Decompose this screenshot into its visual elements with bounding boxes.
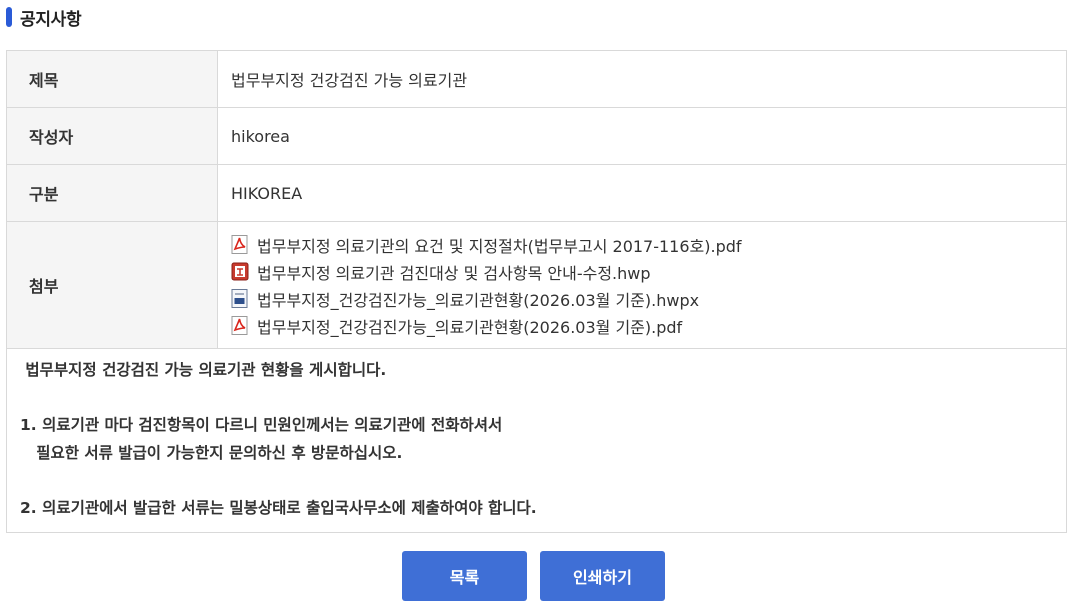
title-value: 법무부지정 건강검진 가능 의료기관 bbox=[231, 71, 468, 90]
hwpx-icon bbox=[231, 289, 248, 308]
attachment-name: 법무부지정 의료기관 검진대상 및 검사항목 안내-수정.hwp bbox=[257, 263, 651, 283]
author-value: hikorea bbox=[231, 126, 290, 146]
category-label: 구분 bbox=[7, 165, 218, 221]
content-line: 필요한 서류 발급이 가능한지 문의하신 후 방문하십시오. bbox=[20, 443, 403, 462]
list-button[interactable]: 목록 bbox=[402, 551, 527, 601]
row-attachments: 첨부 법무부지정 의료기관의 요건 및 지정절차(법무부고시 2017-116호… bbox=[7, 222, 1066, 349]
post-content: 법무부지정 건강검진 가능 의료기관 현황을 게시합니다. 1. 의료기관 마다… bbox=[7, 349, 1066, 532]
content-line bbox=[20, 385, 1053, 413]
attachment-link[interactable]: 법무부지정 의료기관의 요건 및 지정절차(법무부고시 2017-116호).p… bbox=[231, 231, 742, 258]
pdf-icon bbox=[231, 235, 248, 254]
attachment-link[interactable]: 법무부지정_건강검진가능_의료기관현황(2026.03월 기준).hwpx bbox=[231, 285, 699, 312]
attachment-name: 법무부지정_건강검진가능_의료기관현황(2026.03월 기준).hwpx bbox=[257, 290, 700, 310]
attachment-name: 법무부지정_건강검진가능_의료기관현황(2026.03월 기준).pdf bbox=[257, 317, 683, 337]
hwp-icon bbox=[231, 262, 249, 281]
category-value: HIKOREA bbox=[231, 183, 303, 203]
attachment-list: 법무부지정 의료기관의 요건 및 지정절차(법무부고시 2017-116호).p… bbox=[218, 222, 1066, 348]
attachment-link[interactable]: 법무부지정 의료기관 검진대상 및 검사항목 안내-수정.hwp bbox=[231, 258, 651, 285]
notice-board: 제목 법무부지정 건강검진 가능 의료기관 작성자 hikorea 구분 HIK… bbox=[6, 50, 1067, 533]
page-title: 공지사항 bbox=[20, 9, 82, 30]
title-label: 제목 bbox=[7, 51, 218, 107]
pdf-icon bbox=[231, 316, 248, 335]
row-category: 구분 HIKOREA bbox=[7, 165, 1066, 222]
row-title: 제목 법무부지정 건강검진 가능 의료기관 bbox=[7, 51, 1066, 108]
page-header: 공지사항 bbox=[6, 4, 82, 30]
attach-label: 첨부 bbox=[7, 222, 218, 348]
print-button[interactable]: 인쇄하기 bbox=[540, 551, 665, 601]
attachment-name: 법무부지정 의료기관의 요건 및 지정절차(법무부고시 2017-116호).p… bbox=[257, 236, 742, 256]
author-label: 작성자 bbox=[7, 108, 218, 164]
content-line bbox=[20, 467, 1053, 495]
content-line: 법무부지정 건강검진 가능 의료기관 현황을 게시합니다. bbox=[20, 361, 387, 379]
content-line: 1. 의료기관 마다 검진항목이 다르니 민원인께서는 의료기관에 전화하셔서 bbox=[20, 416, 503, 434]
row-author: 작성자 hikorea bbox=[7, 108, 1066, 165]
button-group: 목록 인쇄하기 bbox=[0, 551, 1074, 601]
attachment-link[interactable]: 법무부지정_건강검진가능_의료기관현황(2026.03월 기준).pdf bbox=[231, 312, 682, 339]
content-line: 2. 의료기관에서 발급한 서류는 밀봉상태로 출입국사무소에 제출하여야 합니… bbox=[20, 498, 537, 517]
header-accent-bar bbox=[6, 7, 12, 27]
